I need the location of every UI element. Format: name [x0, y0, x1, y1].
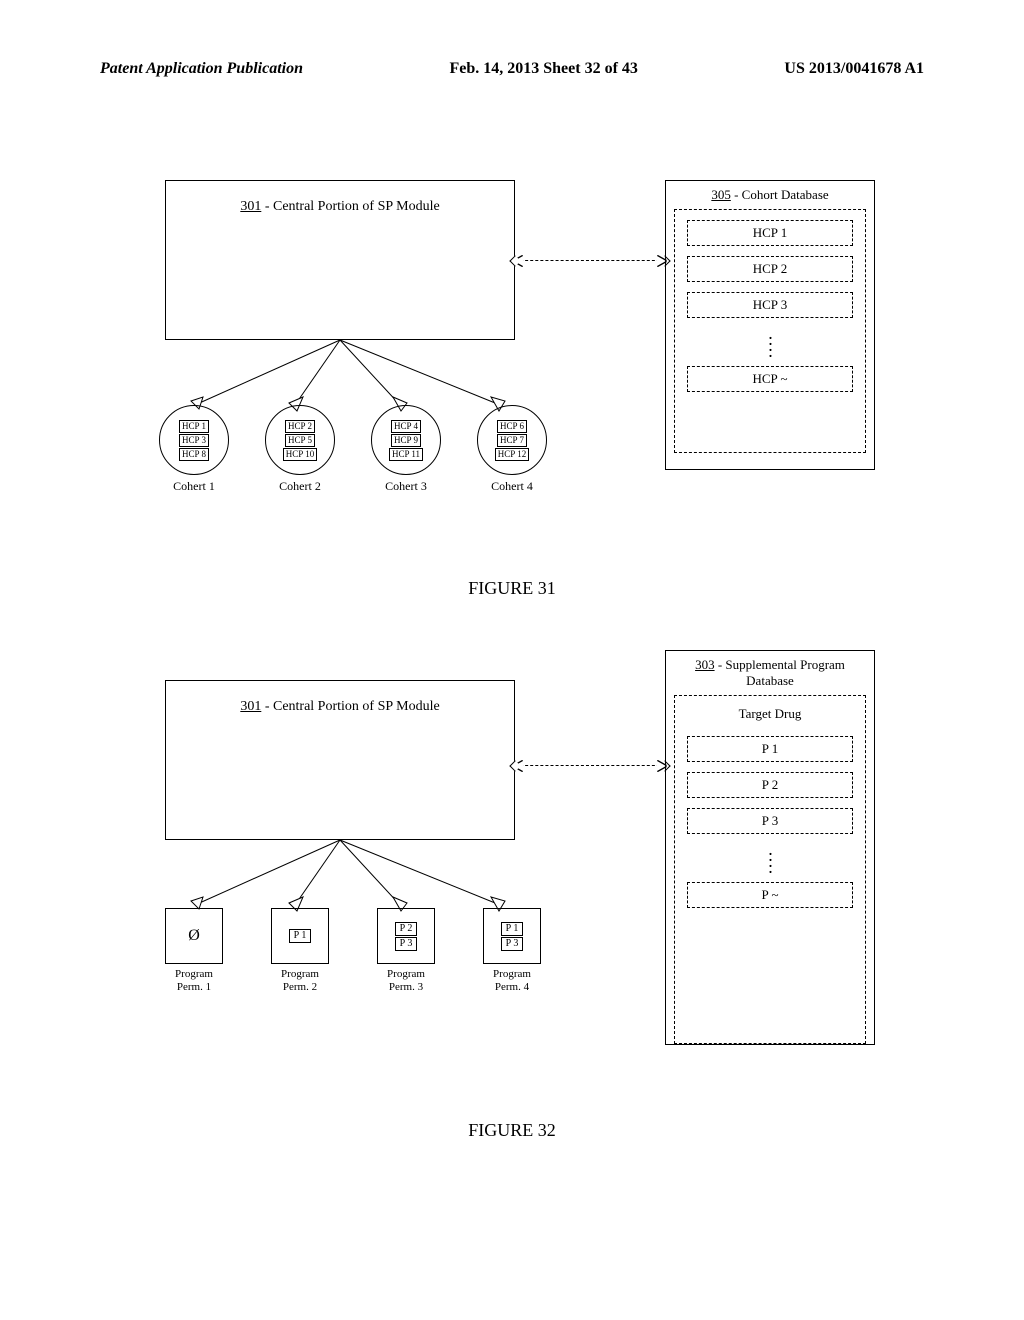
p-tag: P 1 — [289, 929, 312, 943]
cohort-label: Cohert 1 — [155, 479, 233, 494]
figure-32: 301 - Central Portion of SP Module 303 -… — [155, 650, 875, 1090]
db-item: P 3 — [687, 808, 853, 834]
hcp-tag: HCP 4 — [391, 420, 421, 433]
db-title: 303 - Supplemental Program Database — [674, 657, 866, 689]
db-item-last: P ~ — [687, 882, 853, 908]
fan-connectors — [155, 835, 575, 915]
hcp-tag: HCP 7 — [497, 434, 527, 447]
perm-box: P 2 P 3 — [377, 908, 435, 964]
cohort-4: HCP 6 HCP 7 HCP 12 Cohert 4 — [473, 405, 551, 494]
hcp-tag: HCP 5 — [285, 434, 315, 447]
db-item: P 2 — [687, 772, 853, 798]
perm-label1: Program — [367, 968, 445, 981]
perm-box-empty — [165, 908, 223, 964]
sp-module-ref: 301 — [240, 199, 261, 214]
hcp-tag: HCP 6 — [497, 420, 527, 433]
db-inner: HCP 1 HCP 2 HCP 3 .... HCP ~ — [674, 209, 866, 453]
page-header: Patent Application Publication Feb. 14, … — [100, 60, 924, 78]
perm-label1: Program — [155, 968, 233, 981]
cohort-circle: HCP 2 HCP 5 HCP 10 — [265, 405, 335, 475]
bidir-arrow — [515, 765, 665, 766]
cohort-label: Cohert 3 — [367, 479, 445, 494]
sp-module-label: - Central Portion of SP Module — [261, 699, 439, 714]
sp-module-ref: 301 — [240, 699, 261, 714]
hcp-tag: HCP 10 — [283, 448, 317, 461]
p-tag: P 3 — [395, 937, 418, 951]
figure-31-caption: FIGURE 31 — [0, 578, 1024, 599]
fan-connectors — [155, 335, 575, 415]
db-label: - Cohort Database — [731, 187, 829, 202]
hcp-tag: HCP 9 — [391, 434, 421, 447]
db-label: - Supplemental Program Database — [715, 657, 845, 688]
db-item: P 1 — [687, 736, 853, 762]
cohort-label: Cohert 2 — [261, 479, 339, 494]
perm-label2: Perm. 4 — [473, 981, 551, 994]
db-inner: Target Drug P 1 P 2 P 3 .... P ~ — [674, 695, 866, 1044]
db-item: HCP 2 — [687, 256, 853, 282]
hcp-tag: HCP 1 — [179, 420, 209, 433]
cohort-row: HCP 1 HCP 3 HCP 8 Cohert 1 HCP 2 HCP 5 H… — [155, 405, 551, 494]
perm-label2: Perm. 2 — [261, 981, 339, 994]
perm-label1: Program — [473, 968, 551, 981]
figure-31: 301 - Central Portion of SP Module 305 -… — [155, 180, 875, 560]
db-item: HCP 3 — [687, 292, 853, 318]
perm-label1: Program — [261, 968, 339, 981]
hcp-tag: HCP 8 — [179, 448, 209, 461]
cohort-database: 305 - Cohort Database HCP 1 HCP 2 HCP 3 … — [665, 180, 875, 470]
perm-4: P 1 P 3 Program Perm. 4 — [473, 908, 551, 994]
cohort-2: HCP 2 HCP 5 HCP 10 Cohert 2 — [261, 405, 339, 494]
cohort-label: Cohert 4 — [473, 479, 551, 494]
sp-module-box: 301 - Central Portion of SP Module — [165, 180, 515, 340]
hcp-tag: HCP 12 — [495, 448, 529, 461]
p-tag: P 2 — [395, 922, 418, 936]
perm-box: P 1 P 3 — [483, 908, 541, 964]
db-item: HCP 1 — [687, 220, 853, 246]
vertical-dots-icon: .... — [768, 330, 772, 354]
db-inner-title: Target Drug — [739, 706, 802, 722]
header-left: Patent Application Publication — [100, 60, 303, 78]
hcp-tag: HCP 2 — [285, 420, 315, 433]
perm-1: Program Perm. 1 — [155, 908, 233, 994]
cohort-1: HCP 1 HCP 3 HCP 8 Cohert 1 — [155, 405, 233, 494]
perm-label2: Perm. 3 — [367, 981, 445, 994]
header-right: US 2013/0041678 A1 — [784, 60, 924, 78]
header-center: Feb. 14, 2013 Sheet 32 of 43 — [449, 60, 637, 78]
cohort-circle: HCP 6 HCP 7 HCP 12 — [477, 405, 547, 475]
perm-label2: Perm. 1 — [155, 981, 233, 994]
perm-2: P 1 Program Perm. 2 — [261, 908, 339, 994]
db-title: 305 - Cohort Database — [674, 187, 866, 203]
vertical-dots-icon: .... — [768, 846, 772, 870]
cohort-circle: HCP 4 HCP 9 HCP 11 — [371, 405, 441, 475]
perm-box: P 1 — [271, 908, 329, 964]
p-tag: P 3 — [501, 937, 524, 951]
db-ref: 303 — [695, 657, 715, 672]
p-tag: P 1 — [501, 922, 524, 936]
perm-row: Program Perm. 1 P 1 Program Perm. 2 P 2 … — [155, 908, 551, 994]
cohort-3: HCP 4 HCP 9 HCP 11 Cohert 3 — [367, 405, 445, 494]
hcp-tag: HCP 11 — [389, 448, 423, 461]
sp-module-box: 301 - Central Portion of SP Module — [165, 680, 515, 840]
cohort-circle: HCP 1 HCP 3 HCP 8 — [159, 405, 229, 475]
sp-module-label: - Central Portion of SP Module — [261, 199, 439, 214]
db-item-last: HCP ~ — [687, 366, 853, 392]
db-ref: 305 — [711, 187, 731, 202]
bidir-arrow — [515, 260, 665, 261]
figure-32-caption: FIGURE 32 — [0, 1120, 1024, 1141]
program-database: 303 - Supplemental Program Database Targ… — [665, 650, 875, 1045]
perm-3: P 2 P 3 Program Perm. 3 — [367, 908, 445, 994]
hcp-tag: HCP 3 — [179, 434, 209, 447]
